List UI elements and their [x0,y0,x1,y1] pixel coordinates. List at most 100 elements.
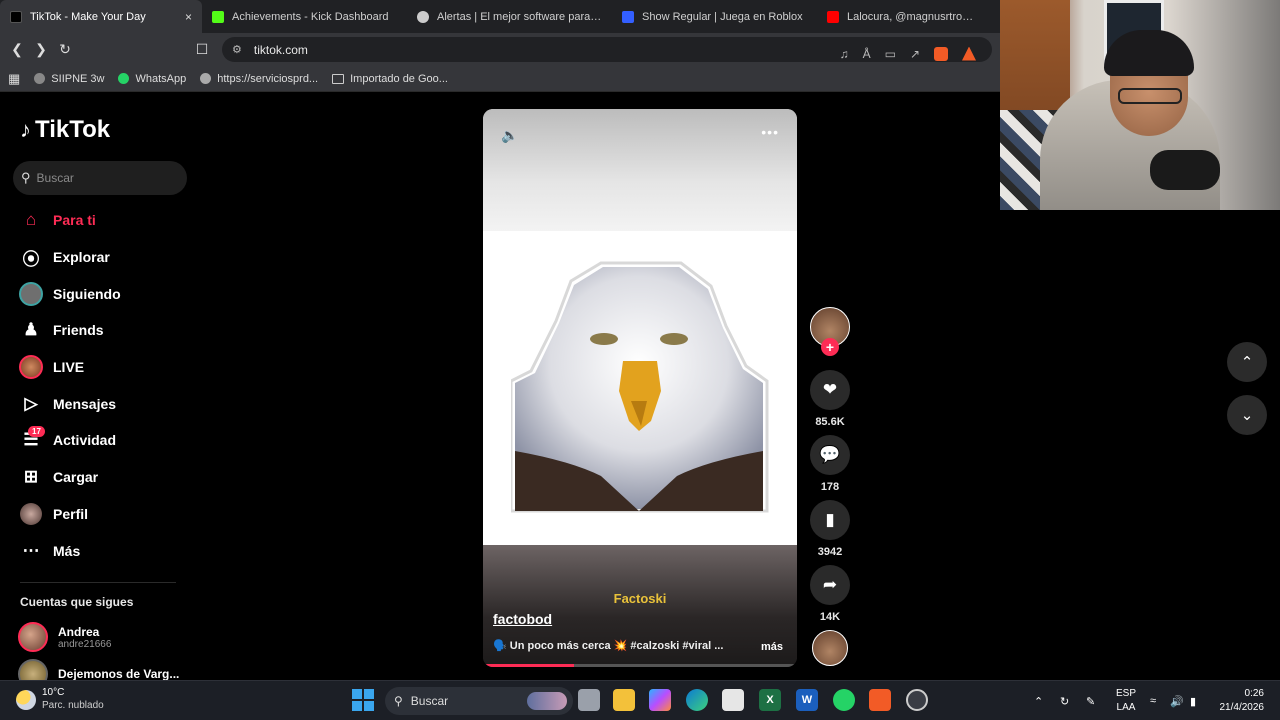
wifi-icon[interactable]: ≈ [1150,681,1156,720]
sidebar-item-label: Mensajes [53,395,117,412]
following-avatar-icon [18,281,44,306]
video-progress-fill [483,664,575,667]
sidebar-item-mensajes[interactable]: ▷ Mensajes [18,385,188,422]
pen-icon[interactable]: ✎ [1086,681,1095,720]
url-text: tiktok.com [253,42,308,57]
brave-rewards-icon[interactable] [962,46,976,61]
webcam-person-glasses [1118,88,1182,104]
bookmark-label: Importado de Goo... [350,72,448,85]
bookmarks-bar: ▦ SIIPNE 3w WhatsApp https://serviciospr… [0,66,1000,92]
bookmark-folder-importado[interactable]: Importado de Goo... [332,73,448,85]
sidebar-nav: ⌂ Para ti ⦿ Explorar Siguiendo ♟ Friends… [18,202,188,569]
tab-alertas[interactable]: Alertas | El mejor software para poter [407,0,612,33]
sidebar-item-live[interactable]: LIVE [18,349,188,386]
forward-icon[interactable]: ❯ [29,38,53,62]
sidebar-item-perfil[interactable]: Perfil [18,496,188,533]
back-icon[interactable]: ❮ [5,38,29,62]
search-input[interactable]: ⚲ Buscar [13,161,187,195]
excel-icon[interactable]: X [759,689,781,711]
start-button[interactable] [352,689,374,711]
follow-plus-icon[interactable]: + [821,338,839,356]
live-icon [18,355,44,380]
volume-icon[interactable]: 🔈 [501,127,518,144]
more-options-icon[interactable]: ••• [761,124,779,140]
sync-icon[interactable]: ↻ [1060,681,1069,720]
sidebar-item-actividad[interactable]: ☰ 17 Actividad [18,422,188,459]
home-icon: ⌂ [25,210,37,230]
bookmark-siipne[interactable]: SIIPNE 3w [34,73,104,85]
share-button[interactable]: ➦ [810,565,850,605]
more-description-button[interactable]: más [761,641,783,653]
account-name: Dejemonos de Varg... [58,667,180,681]
tab-youtube[interactable]: Lalocura, @magnusrtroy31, @Jøtt [817,0,987,33]
sidebar-item-explorar[interactable]: ⦿ Explorar [18,239,188,276]
right-area [1000,210,1280,680]
sidebar-item-mas[interactable]: ⋯ Más [18,532,188,569]
bookmark-label: SIIPNE 3w [51,72,105,85]
share-arrow-icon: ➦ [822,575,838,594]
apps-grid-icon[interactable]: ▦ [8,71,20,87]
sidebar-item-cargar[interactable]: ⊞ Cargar [18,459,188,496]
temperature: 10°C [42,687,65,698]
tiktok-logo[interactable]: ♪ TikTok [20,116,110,144]
roblox-favicon-icon [622,10,634,23]
bookmark-label: https://serviciosprd... [217,72,319,85]
video-progress-bar[interactable] [483,664,797,667]
battery-icon[interactable]: ▮ [1190,681,1196,720]
share-icon[interactable]: ↗ [910,47,920,61]
video-player[interactable]: 🔈 ••• Factoski factobod 🗣️ Un poco más c… [483,109,797,667]
file-explorer-icon[interactable] [613,689,635,711]
sidebar-item-para-ti[interactable]: ⌂ Para ti [18,202,188,239]
reload-icon[interactable]: ↻ [53,38,77,62]
url-bar[interactable]: ⚙ tiktok.com ♫ Å ▭ ↗ [222,37,992,62]
task-view-icon[interactable] [578,689,600,711]
edge-icon[interactable] [686,689,708,711]
comment-count: 178 [820,481,840,493]
tab-tiktok[interactable]: TikTok - Make Your Day × [0,0,202,33]
followed-account[interactable]: Andrea andre21666 [18,622,111,652]
heart-icon: ❤ [822,380,838,399]
bookmark-icon[interactable]: ☐ [190,37,214,61]
taskbar-search[interactable]: ⚲ Buscar [385,687,573,715]
brave-shields-icon[interactable] [934,46,948,61]
windows-taskbar: 10°C Parc. nublado ⚲ Buscar X W ⌃ ↻ ✎ ES… [0,680,1280,720]
close-tab-icon[interactable]: × [177,10,192,24]
follows-title: Cuentas que sigues [20,595,134,609]
word-icon[interactable]: W [796,689,818,711]
weather-widget[interactable]: 10°C Parc. nublado [16,687,104,712]
system-clock[interactable]: 0:26 21/4/2026 [1220,687,1265,715]
store-icon[interactable] [722,689,744,711]
screen: TikTok - Make Your Day × Achievements - … [0,0,1280,720]
whatsapp-taskbar-icon[interactable] [833,689,855,711]
language-code: ESP [1116,688,1137,699]
tab-kick[interactable]: Achievements - Kick Dashboard [202,0,407,33]
cast-icon[interactable]: ▭ [885,47,896,61]
like-button[interactable]: ❤ [810,370,850,410]
globe-icon [200,73,212,84]
youtube-favicon-icon [827,10,839,23]
comment-button[interactable]: 💬 [810,435,850,475]
next-video-button[interactable]: ⌄ [1227,395,1267,435]
sound-disc-avatar[interactable] [812,630,848,666]
bookmark-whatsapp[interactable]: WhatsApp [118,73,186,85]
no-audio-icon[interactable]: ♫ [840,47,849,61]
bookmark-servicios[interactable]: https://serviciosprd... [200,73,318,85]
sidebar-item-friends[interactable]: ♟ Friends [18,312,188,349]
friends-icon: ♟ [23,320,39,340]
translate-icon[interactable]: Å [863,47,871,61]
partly-cloudy-icon [16,689,36,710]
logo-text: TikTok [35,116,111,143]
obs-icon[interactable] [906,689,928,711]
sidebar-item-siguiendo[interactable]: Siguiendo [18,275,188,312]
save-button[interactable]: ▮ [810,500,850,540]
copilot-icon[interactable] [649,689,671,711]
sidebar-item-label: Friends [53,322,104,339]
tray-overflow-icon[interactable]: ⌃ [1034,681,1043,720]
language-indicator[interactable]: ESP LAA [1116,687,1136,715]
speaker-icon[interactable]: 🔊 [1170,681,1184,720]
previous-video-button[interactable]: ⌃ [1227,342,1267,382]
brave-taskbar-icon[interactable] [869,689,891,711]
video-author-link[interactable]: factobod [493,611,552,627]
site-settings-icon[interactable]: ⚙ [232,43,242,56]
tab-roblox[interactable]: Show Regular | Juega en Roblox [612,0,817,33]
